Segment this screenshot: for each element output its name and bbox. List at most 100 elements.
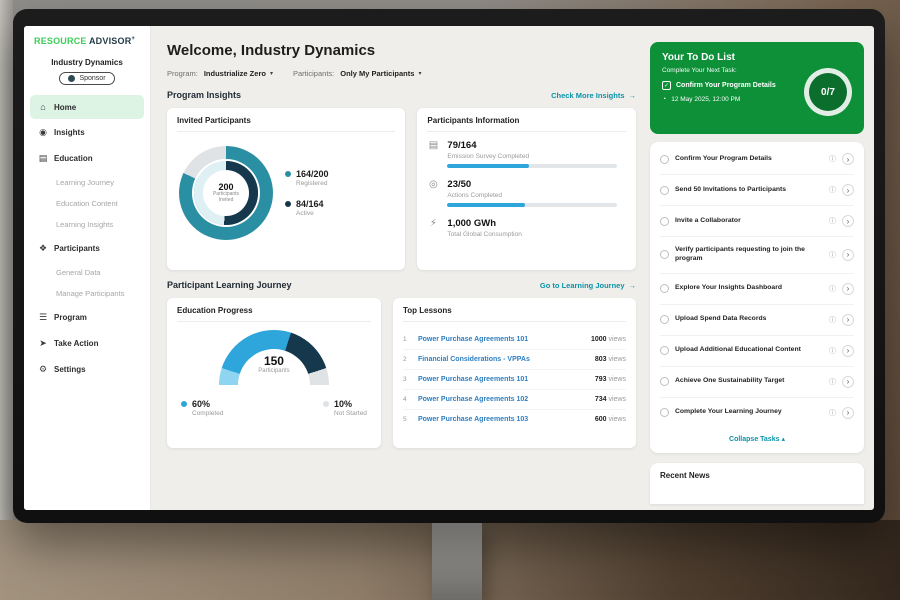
chevron-right-icon[interactable]: ›: [842, 314, 854, 326]
chevron-right-icon[interactable]: ›: [842, 376, 854, 388]
info-icon[interactable]: ⓘ: [829, 377, 836, 387]
emission-survey-progressbar: [447, 164, 617, 168]
sidebar-item-learning-journey[interactable]: Learning Journey: [24, 172, 150, 193]
active-value: 84/164: [296, 199, 324, 209]
sidebar-item-education-content[interactable]: Education Content: [24, 193, 150, 214]
task-checkbox[interactable]: [660, 284, 669, 293]
lesson-link[interactable]: Power Purchase Agreements 101: [418, 336, 584, 343]
info-icon[interactable]: ⓘ: [829, 185, 836, 195]
page-title: Welcome, Industry Dynamics: [167, 42, 636, 59]
monitor-stand: [432, 522, 482, 600]
lesson-row: 5 Power Purchase Agreements 103 600 view…: [403, 410, 626, 429]
lesson-rank: 4: [403, 396, 411, 403]
lesson-rank: 2: [403, 356, 411, 363]
info-icon[interactable]: ⓘ: [829, 315, 836, 325]
lesson-rank: 3: [403, 376, 411, 383]
task-checkbox[interactable]: [660, 346, 669, 355]
legend-active: 84/164 Active: [285, 199, 329, 217]
lesson-row: 3 Power Purchase Agreements 101 793 view…: [403, 370, 626, 390]
info-icon[interactable]: ⓘ: [829, 216, 836, 226]
registered-value: 164/200: [296, 169, 329, 179]
task-row[interactable]: Explore Your Insights Dashboard ⓘ ›: [660, 274, 854, 305]
consumption-row: ⚡ 1,000 GWh Total Global Consumption: [427, 218, 626, 242]
card-title: Education Progress: [177, 306, 371, 322]
chevron-right-icon[interactable]: ›: [842, 184, 854, 196]
education-progress-card: Education Progress 150 Participants: [167, 298, 381, 448]
todo-panel: Your To Do List Complete Your Next Task:…: [650, 26, 874, 510]
sidebar-item-insights[interactable]: ◉ Insights: [30, 120, 144, 145]
lesson-row: 2 Financial Considerations - VPPAs 803 v…: [403, 350, 626, 370]
sidebar-item-participants[interactable]: ❖ Participants: [30, 236, 144, 261]
task-row[interactable]: Upload Additional Educational Content ⓘ …: [660, 336, 854, 367]
top-lessons-card: Top Lessons 1 Power Purchase Agreements …: [393, 298, 636, 448]
task-row[interactable]: Achieve One Sustainability Target ⓘ ›: [660, 367, 854, 398]
info-icon[interactable]: ⓘ: [829, 284, 836, 294]
lesson-link[interactable]: Financial Considerations - VPPAs: [418, 356, 588, 363]
info-icon[interactable]: ⓘ: [829, 250, 836, 260]
collapse-tasks-button[interactable]: Collapse Tasks ▴: [660, 428, 854, 451]
program-select[interactable]: Industrialize Zero ▾: [204, 69, 273, 78]
chevron-right-icon[interactable]: ›: [842, 153, 854, 165]
go-to-learning-journey-link[interactable]: Go to Learning Journey →: [540, 281, 636, 290]
invited-donut-center: 200 Participants Invited: [205, 172, 247, 214]
task-checkbox[interactable]: [660, 217, 669, 226]
sidebar-item-education[interactable]: ▤ Education: [30, 146, 144, 171]
task-checkbox[interactable]: [660, 250, 669, 259]
task-checkbox[interactable]: [660, 186, 669, 195]
task-checkbox[interactable]: [660, 377, 669, 386]
chevron-right-icon[interactable]: ›: [842, 407, 854, 419]
task-row[interactable]: Confirm Your Program Details ⓘ ›: [660, 144, 854, 175]
registered-dot-icon: [285, 171, 291, 177]
participants-label: Participants:: [293, 69, 334, 78]
progress-fill: [447, 164, 528, 168]
actions-completed-row: ◎ 23/50 Actions Completed: [427, 179, 626, 207]
todo-next-task[interactable]: ✓ Confirm Your Program Details: [662, 81, 802, 90]
program-label: Program:: [167, 69, 198, 78]
lesson-views: 803: [595, 356, 607, 363]
actions-completed-value: 23/50: [447, 179, 626, 190]
legend-registered: 164/200 Registered: [285, 169, 329, 187]
task-checkbox[interactable]: [660, 408, 669, 417]
sidebar-item-program[interactable]: ☰ Program: [30, 305, 144, 330]
task-checkbox[interactable]: [660, 315, 669, 324]
chevron-right-icon[interactable]: ›: [842, 215, 854, 227]
sidebar-item-take-action[interactable]: ➤ Take Action: [30, 331, 144, 356]
lesson-link[interactable]: Power Purchase Agreements 102: [418, 396, 588, 403]
task-row[interactable]: Upload Spend Data Records ⓘ ›: [660, 305, 854, 336]
sidebar-item-learning-insights[interactable]: Learning Insights: [24, 214, 150, 235]
chevron-right-icon[interactable]: ›: [842, 249, 854, 261]
sidebar-item-label: Participants: [54, 244, 100, 253]
invited-donut-inner: 200 Participants Invited: [194, 161, 258, 225]
sidebar-item-home[interactable]: ⌂ Home: [30, 95, 144, 119]
sidebar-item-manage-participants[interactable]: Manage Participants: [24, 283, 150, 304]
emission-survey-label: Emission Survey Completed: [447, 153, 626, 160]
info-icon[interactable]: ⓘ: [829, 346, 836, 356]
chevron-right-icon[interactable]: ›: [842, 283, 854, 295]
sponsor-badge[interactable]: Sponsor: [59, 72, 114, 85]
check-more-insights-link[interactable]: Check More Insights →: [551, 91, 636, 100]
collapse-icon: ▴: [781, 436, 785, 443]
chevron-right-icon[interactable]: ›: [842, 345, 854, 357]
task-row[interactable]: Complete Your Learning Journey ⓘ ›: [660, 398, 854, 428]
sidebar-item-general-data[interactable]: General Data: [24, 262, 150, 283]
card-title: Participants Information: [427, 116, 626, 132]
program-icon: ☰: [38, 312, 48, 323]
info-icon[interactable]: ⓘ: [829, 408, 836, 418]
todo-title: Your To Do List: [662, 52, 852, 63]
chevron-down-icon: ▾: [418, 70, 421, 77]
sidebar-item-settings[interactable]: ⚙ Settings: [30, 357, 144, 382]
sidebar-item-label: Insights: [54, 128, 85, 137]
education-gauge: 150 Participants: [219, 330, 329, 387]
registered-label: Registered: [296, 180, 329, 187]
task-checkbox[interactable]: [660, 155, 669, 164]
invited-donut: 200 Participants Invited: [179, 146, 273, 240]
section-title-learning-journey: Participant Learning Journey: [167, 280, 292, 290]
task-row[interactable]: Invite a Collaborator ⓘ ›: [660, 206, 854, 237]
info-icon[interactable]: ⓘ: [829, 154, 836, 164]
lesson-link[interactable]: Power Purchase Agreements 101: [418, 376, 588, 383]
task-row[interactable]: Verify participants requesting to join t…: [660, 237, 854, 274]
task-row[interactable]: Send 50 Invitations to Participants ⓘ ›: [660, 175, 854, 206]
lesson-link[interactable]: Power Purchase Agreements 103: [418, 416, 588, 423]
participants-select[interactable]: Only My Participants ▾: [340, 69, 421, 78]
app-logo: RESOURCE ADVISOR+: [24, 36, 150, 46]
